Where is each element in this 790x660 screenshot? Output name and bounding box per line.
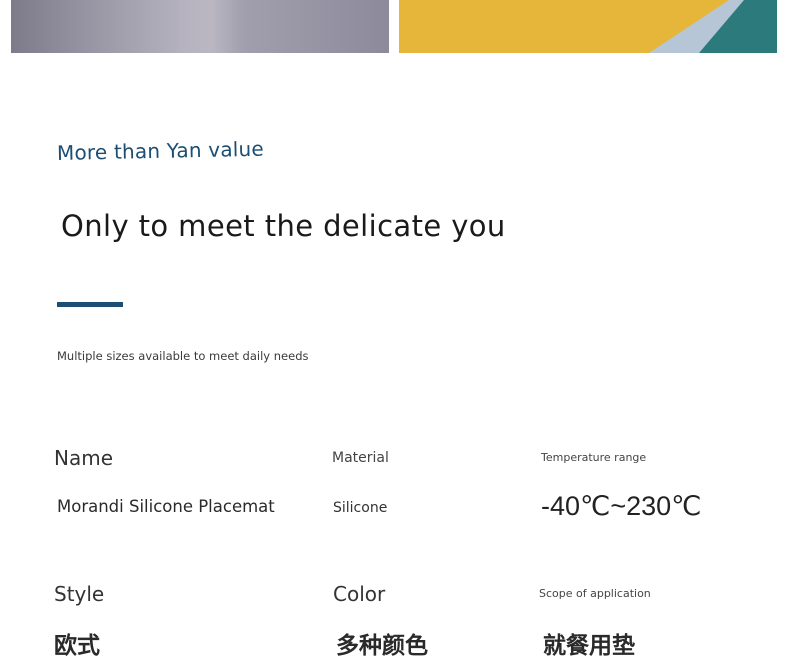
material-label: Material (332, 450, 389, 466)
mat-fold-highlight (176, 0, 246, 53)
product-photo-grey-mat (11, 0, 389, 53)
temperature-value: -40℃~230℃ (541, 491, 702, 521)
accent-divider (57, 302, 123, 307)
name-label: Name (54, 446, 114, 470)
temperature-label: Temperature range (541, 451, 647, 464)
section-headline: Only to meet the delicate you (61, 209, 506, 243)
color-label: Color (333, 582, 386, 606)
section-eyebrow: More than Yan value (56, 136, 265, 165)
scope-value: 就餐用垫 (543, 633, 635, 659)
scope-label: Scope of application (539, 587, 651, 600)
material-value: Silicone (333, 500, 388, 516)
style-label: Style (54, 582, 105, 606)
color-value: 多种颜色 (336, 633, 428, 659)
product-photo-yellow-mat (399, 0, 777, 53)
mat-color-overlap-graphic (649, 0, 777, 53)
style-value: 欧式 (54, 633, 100, 659)
name-value: Morandi Silicone Placemat (57, 497, 275, 516)
section-subtext: Multiple sizes available to meet daily n… (57, 349, 309, 363)
